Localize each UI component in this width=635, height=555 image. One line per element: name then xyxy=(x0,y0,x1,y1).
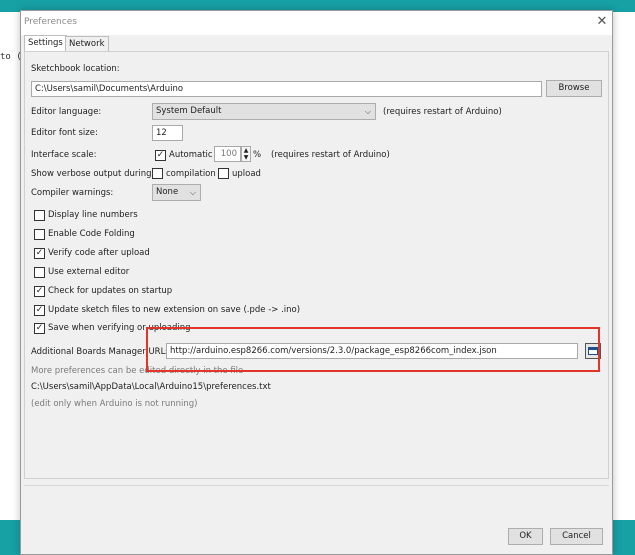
update-extension-checkbox[interactable]: ✓ xyxy=(34,305,45,316)
editor-language-label: Editor language: xyxy=(31,107,102,117)
chevron-down-icon: ⌵ xyxy=(364,107,371,116)
chevron-down-icon[interactable]: ▼ xyxy=(242,154,250,161)
enable-code-folding-checkbox[interactable] xyxy=(34,229,45,240)
scale-stepper[interactable]: ▲ ▼ xyxy=(241,146,251,162)
compiler-warnings-value: None xyxy=(156,187,179,197)
option-label: Enable Code Folding xyxy=(48,229,135,239)
interface-scale-note: (requires restart of Arduino) xyxy=(271,150,390,160)
cancel-button[interactable]: Cancel xyxy=(550,528,603,545)
automatic-label: Automatic xyxy=(169,150,213,160)
option-label: Update sketch files to new extension on … xyxy=(48,305,301,315)
option-label: Use external editor xyxy=(48,267,130,277)
option-label: Check for updates on startup xyxy=(48,286,173,296)
browse-button[interactable]: Browse xyxy=(546,80,602,97)
divider xyxy=(24,485,609,486)
verify-code-checkbox[interactable]: ✓ xyxy=(34,248,45,259)
option-label: Verify code after upload xyxy=(48,248,150,258)
ide-code-fragment: to ( xyxy=(0,52,22,62)
compilation-checkbox[interactable] xyxy=(152,168,163,179)
sketchbook-input[interactable]: C:\Users\samil\Documents\Arduino xyxy=(31,81,542,97)
font-size-label: Editor font size: xyxy=(31,128,98,138)
option-label: Display line numbers xyxy=(48,210,138,220)
font-size-input[interactable]: 12 xyxy=(152,125,183,141)
display-line-numbers-checkbox[interactable] xyxy=(34,210,45,221)
compilation-label: compilation xyxy=(166,169,216,179)
scale-input[interactable]: 100 xyxy=(214,146,241,162)
verbose-label: Show verbose output during: xyxy=(31,169,155,179)
check-updates-checkbox[interactable]: ✓ xyxy=(34,286,45,297)
title-bar: Preferences ✕ xyxy=(21,11,612,35)
editor-language-select[interactable]: System Default ⌵ xyxy=(152,103,376,120)
save-when-verifying-checkbox[interactable]: ✓ xyxy=(34,323,45,334)
highlight-box xyxy=(146,327,600,372)
window-title: Preferences xyxy=(24,17,77,27)
chevron-up-icon[interactable]: ▲ xyxy=(242,147,250,154)
chevron-down-icon: ⌵ xyxy=(189,188,196,197)
upload-checkbox[interactable] xyxy=(218,168,229,179)
compiler-warnings-label: Compiler warnings: xyxy=(31,188,114,198)
edit-note: (edit only when Arduino is not running) xyxy=(31,399,198,409)
editor-language-value: System Default xyxy=(156,106,222,116)
tab-network[interactable]: Network xyxy=(65,36,109,52)
upload-label: upload xyxy=(232,169,261,179)
compiler-warnings-select[interactable]: None ⌵ xyxy=(152,184,201,201)
preferences-dialog: Preferences ✕ Settings Network Sketchboo… xyxy=(20,10,613,555)
ok-button[interactable]: OK xyxy=(508,528,543,545)
automatic-checkbox[interactable]: ✓ xyxy=(155,150,166,161)
sketchbook-label: Sketchbook location: xyxy=(31,64,120,74)
interface-scale-label: Interface scale: xyxy=(31,150,97,160)
scale-unit: % xyxy=(253,150,262,160)
preferences-path: C:\Users\samil\AppData\Local\Arduino15\p… xyxy=(31,382,271,392)
editor-language-note: (requires restart of Arduino) xyxy=(383,107,502,117)
close-icon[interactable]: ✕ xyxy=(595,14,609,30)
tab-settings[interactable]: Settings xyxy=(24,35,67,52)
external-editor-checkbox[interactable] xyxy=(34,267,45,278)
